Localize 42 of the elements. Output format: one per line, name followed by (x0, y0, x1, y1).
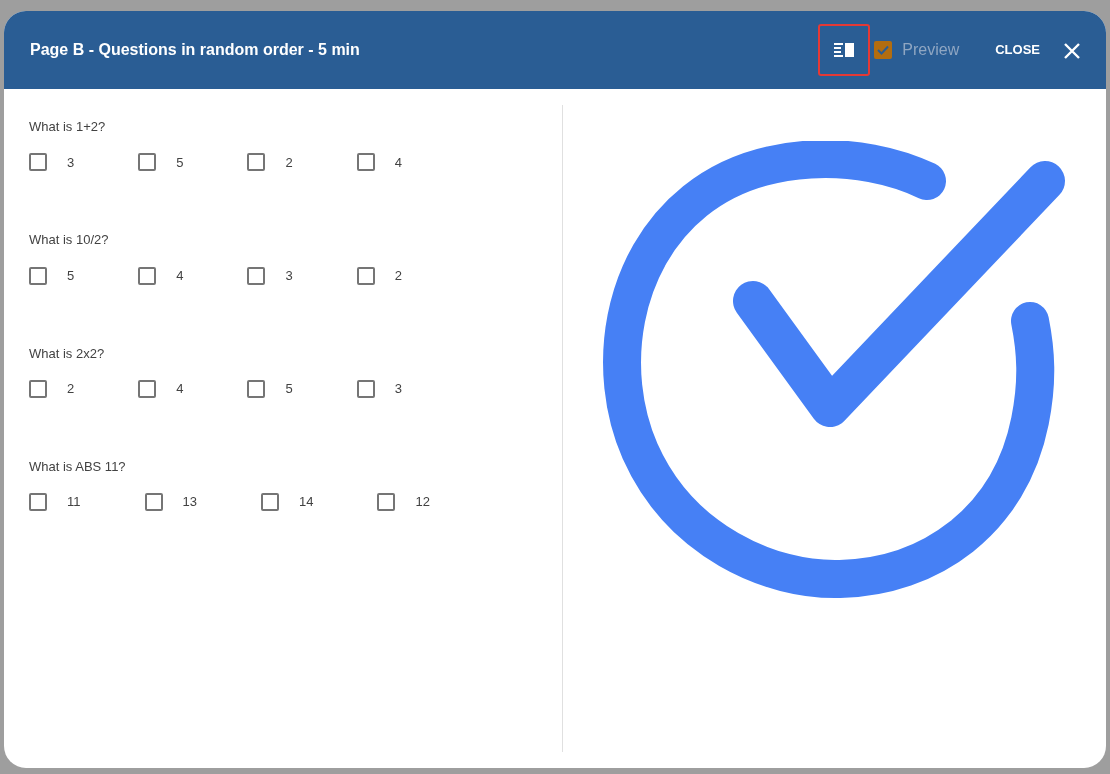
question-text: What is 2x2? (29, 344, 106, 363)
answer-checkbox[interactable] (356, 266, 375, 285)
answer-label: 12 (415, 493, 430, 512)
preview-checkbox[interactable] (874, 41, 893, 59)
answer-checkbox[interactable] (138, 379, 157, 398)
question-text: What is 1+2? (29, 118, 107, 136)
answer-checkbox[interactable] (29, 379, 47, 398)
answer-checkbox[interactable] (29, 493, 47, 511)
answer-checkbox[interactable] (247, 266, 266, 285)
answer-label: 5 (67, 266, 75, 285)
answer-label: 11 (67, 493, 81, 512)
answer-checkbox[interactable] (260, 493, 279, 511)
question-text: What is ABS 11? (29, 457, 127, 476)
answer-label: 3 (394, 380, 402, 398)
answer-checkbox[interactable] (247, 153, 266, 172)
preview-label: Preview (902, 40, 960, 60)
answer-label: 2 (394, 266, 402, 285)
answer-label: 4 (176, 266, 184, 285)
answer-label: 2 (285, 153, 293, 172)
answer-checkbox[interactable] (138, 153, 157, 172)
dialog-title: Page B - Questions in random order - 5 min (30, 40, 361, 60)
answer-checkbox[interactable] (356, 153, 375, 172)
answer-label: 2 (67, 380, 75, 398)
answer-label: 3 (285, 266, 293, 285)
answer-label: 5 (176, 153, 184, 172)
answer-label: 4 (394, 153, 402, 172)
answer-checkbox[interactable] (356, 379, 375, 398)
answer-checkbox[interactable] (29, 266, 47, 285)
answer-label: 13 (182, 493, 197, 512)
answer-checkbox[interactable] (138, 266, 157, 285)
answer-label: 5 (285, 380, 293, 398)
question-text: What is 10/2? (29, 231, 110, 250)
answer-label: 3 (67, 153, 75, 172)
layout-button[interactable] (818, 24, 871, 76)
answer-label: 4 (176, 380, 184, 398)
answer-checkbox[interactable] (377, 493, 396, 511)
close-button[interactable]: CLOSE (991, 36, 1044, 64)
layout-icon (834, 43, 855, 57)
answer-checkbox[interactable] (247, 379, 266, 398)
answer-checkbox[interactable] (29, 153, 47, 172)
answer-label: 14 (298, 493, 314, 512)
answer-checkbox[interactable] (144, 493, 163, 511)
